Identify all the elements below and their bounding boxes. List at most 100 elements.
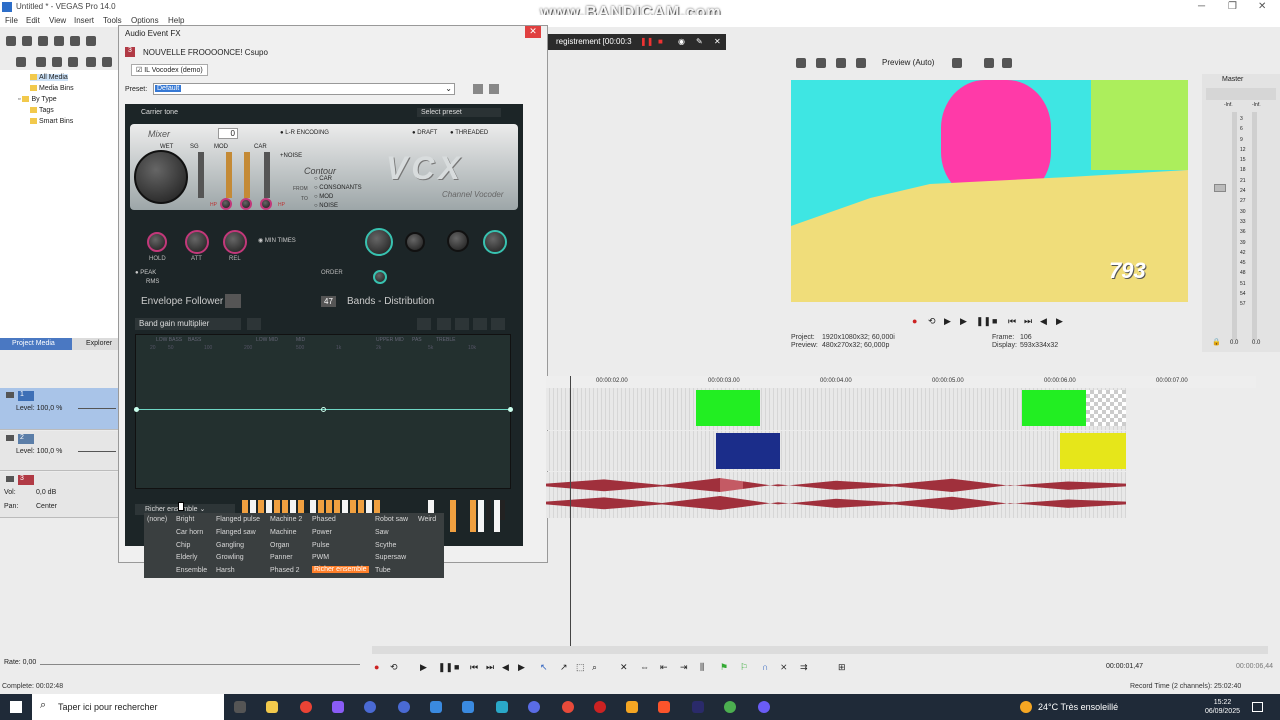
preset-item-selected[interactable]: Richer ensemble [312,566,369,573]
tab-explorer[interactable]: Explorer [86,340,112,347]
zoom-tool-icon[interactable]: ⌕ [592,662,597,673]
marker-icon[interactable]: ⚑ [720,662,728,673]
gender-knob[interactable] [447,230,469,252]
split-screen-icon[interactable] [856,58,866,68]
snowflake-icon[interactable] [225,294,241,308]
preset-item[interactable]: Saw [375,529,389,536]
envelope-tool-icon[interactable]: ↗ [560,662,568,673]
track-header-1[interactable]: 1 Level: 100,0 % [0,388,120,430]
preset-item[interactable]: Flanged pulse [216,516,260,523]
tree-tags[interactable]: Tags [30,107,54,114]
tree-all-media[interactable]: All Media [30,74,68,81]
task-view-icon[interactable] [234,701,246,713]
track-expand-icon[interactable] [6,392,14,398]
split-icon[interactable]: ⫼ [700,662,704,673]
go-end-icon[interactable]: ⏭ [1024,316,1032,327]
settings-icon[interactable] [86,36,96,46]
audio-waveform-left[interactable] [546,478,1126,492]
level-slider[interactable] [78,451,116,452]
magnet-icon[interactable] [473,318,487,330]
track-expand-icon[interactable] [6,435,14,441]
preset-item[interactable]: Weird [418,516,436,523]
next-frame-icon[interactable]: ▶ [1056,316,1063,327]
trim-start-icon[interactable]: ⇤ [660,662,668,673]
bandicam-icon[interactable] [594,701,606,713]
piano-key[interactable] [478,500,484,532]
vegas-icon[interactable] [430,701,442,713]
image-clip[interactable] [716,433,780,469]
preset-item[interactable]: Phased [312,516,336,523]
tree-smart-bins[interactable]: Smart Bins [30,118,73,125]
taskbar-search[interactable]: ⌕ Taper ici pour rechercher [32,694,224,720]
vegas-active-icon[interactable] [462,701,474,713]
preset-item[interactable]: Bright [176,516,194,523]
rel-knob[interactable] [223,230,247,254]
media-fx-icon[interactable] [102,57,112,67]
stereo-knob[interactable] [405,232,425,252]
preset-item[interactable]: Elderly [176,554,197,561]
normal-edit-tool-icon[interactable]: ↖ [540,662,548,673]
weather-text[interactable]: 24°C Très ensoleillé [1038,702,1118,712]
menu-view[interactable]: View [49,16,66,25]
track-header-3[interactable]: 3 Vol: 0,0 dB Pan: Center [0,472,120,518]
save-snapshot-icon[interactable] [1002,58,1012,68]
taskbar-clock[interactable]: 15:22 06/09/2025 [1205,698,1240,716]
curve-icon[interactable] [455,318,469,330]
wet-knob[interactable] [134,150,188,204]
timeline-cursor[interactable] [570,376,571,646]
go-start-icon[interactable]: ⏮ [470,662,478,673]
web-icon[interactable] [68,57,78,67]
preset-item[interactable]: (none) [147,516,167,523]
prev-frame-icon[interactable]: ◀ [1040,316,1047,327]
preset-item[interactable]: Gangling [216,542,244,549]
opera-icon[interactable] [562,701,574,713]
master-fader[interactable] [1214,184,1226,192]
preset-item[interactable]: Scythe [375,542,396,549]
menu-insert[interactable]: Insert [74,16,94,25]
play-from-start-icon[interactable]: ▶ [944,316,951,327]
minimize-icon[interactable]: ─ [1198,1,1205,12]
brush-icon[interactable] [491,318,505,330]
record-icon[interactable]: ● [912,316,917,326]
link-icon[interactable] [247,318,261,330]
audio-waveform-right[interactable] [546,496,1126,510]
preset-item[interactable]: Machine 2 [270,516,302,523]
curve-point[interactable] [321,407,326,412]
threaded-toggle[interactable]: ● THREADED [450,130,488,136]
settings-icon[interactable] [796,58,806,68]
piano-key[interactable] [470,500,476,532]
brave-icon[interactable] [658,701,670,713]
order-knob[interactable] [365,228,393,256]
tree-media-bins[interactable]: Media Bins [30,85,74,92]
chrome-icon[interactable] [300,701,312,713]
min-times-toggle[interactable]: ◉ MIN TIMES [258,237,296,244]
selection-tool-icon[interactable]: ⬚ [576,662,585,673]
preset-item[interactable]: Pulse [312,542,330,549]
hp-knob-2[interactable] [240,198,252,210]
piano-key[interactable] [486,500,491,520]
fx-chain-item[interactable]: ☑ IL Vocodex (demo) [131,64,208,76]
ripple-icon[interactable]: ⇉ [800,662,808,673]
mod-slider[interactable] [226,152,232,198]
band-gain-select[interactable]: Band gain multiplier [135,318,241,330]
cursor-position[interactable]: 00:00:01,47 [1106,663,1143,670]
delete-preset-icon[interactable] [489,84,499,94]
piano-key[interactable] [500,500,505,520]
notifications-icon[interactable] [1252,702,1263,712]
preset-item[interactable]: Panner [270,554,293,561]
pause-icon[interactable]: ❚❚ [640,37,653,46]
sg-slider[interactable] [198,152,204,198]
next-frame-icon[interactable]: ▶ [518,662,525,673]
save-icon[interactable] [38,36,48,46]
bands-count[interactable]: 47 [321,296,336,307]
stop-icon[interactable]: ■ [658,37,663,46]
windows-start-icon[interactable] [10,701,22,713]
hp-knob-3[interactable] [260,198,272,210]
menu-options[interactable]: Options [131,16,159,25]
app-icon[interactable] [496,701,508,713]
render-icon[interactable] [70,36,80,46]
snowflake-icon[interactable] [437,318,451,330]
menu-edit[interactable]: Edit [26,16,40,25]
video-clip[interactable] [1060,433,1126,469]
video-lane-2[interactable] [546,431,1126,471]
